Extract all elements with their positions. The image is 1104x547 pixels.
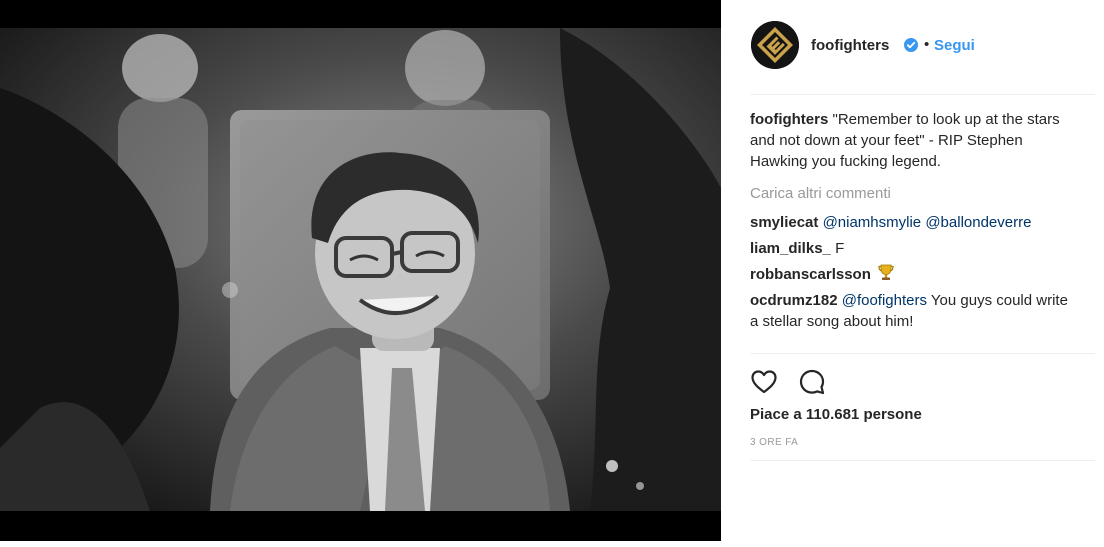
- load-more-comments-button[interactable]: Carica altri commenti: [750, 183, 1080, 204]
- caption-username[interactable]: foofighters: [750, 111, 828, 128]
- post-side-panel: foofighters • Segui foofighters "Remembe…: [721, 0, 1104, 547]
- comment-username[interactable]: smyliecat: [750, 214, 818, 231]
- post-caption: foofighters "Remember to look up at the …: [750, 109, 1080, 172]
- list-item: smyliecat @niamhsmylie @ballondeverre: [750, 212, 1080, 233]
- comment-mention[interactable]: @ballondeverre: [925, 214, 1031, 231]
- post-photo[interactable]: [0, 28, 721, 511]
- avatar[interactable]: [751, 21, 799, 69]
- like-heart-icon[interactable]: [750, 368, 778, 396]
- post-header: foofighters • Segui: [721, 0, 1104, 94]
- comment-username[interactable]: ocdrumz182: [750, 292, 838, 309]
- likes-count[interactable]: Piace a 110.681 persone: [750, 406, 922, 423]
- header-divider: [750, 94, 1095, 95]
- list-item: robbanscarlsson: [750, 264, 1080, 285]
- list-item: liam_dilks_ F: [750, 238, 1080, 259]
- actions-divider: [750, 353, 1095, 354]
- comment-bubble-icon[interactable]: [798, 368, 826, 396]
- header-username[interactable]: foofighters: [811, 37, 889, 54]
- comments-list: foofighters "Remember to look up at the …: [750, 109, 1080, 337]
- post-actions: [750, 368, 870, 396]
- photo-letterbox-top: [0, 0, 721, 28]
- comment-mention[interactable]: @niamhsmylie: [823, 214, 922, 231]
- post-photo-pane: [0, 0, 721, 547]
- photo-illustration: [0, 28, 721, 511]
- comment-username[interactable]: liam_dilks_: [750, 240, 831, 257]
- verified-badge-icon: [904, 38, 918, 52]
- follow-button[interactable]: Segui: [934, 37, 975, 54]
- header-separator: •: [924, 36, 930, 53]
- comment-text: F: [835, 240, 845, 257]
- photo-letterbox-bottom: [0, 511, 721, 541]
- comment-username[interactable]: robbanscarlsson: [750, 266, 871, 283]
- foofighters-logo-icon: [751, 21, 799, 69]
- comment-mention[interactable]: @foofighters: [842, 292, 927, 309]
- trophy-icon: [878, 264, 894, 280]
- post-timestamp[interactable]: 3 ORE FA: [750, 437, 798, 448]
- list-item: ocdrumz182 @foofighters You guys could w…: [750, 290, 1080, 332]
- comment-box-divider: [750, 460, 1095, 461]
